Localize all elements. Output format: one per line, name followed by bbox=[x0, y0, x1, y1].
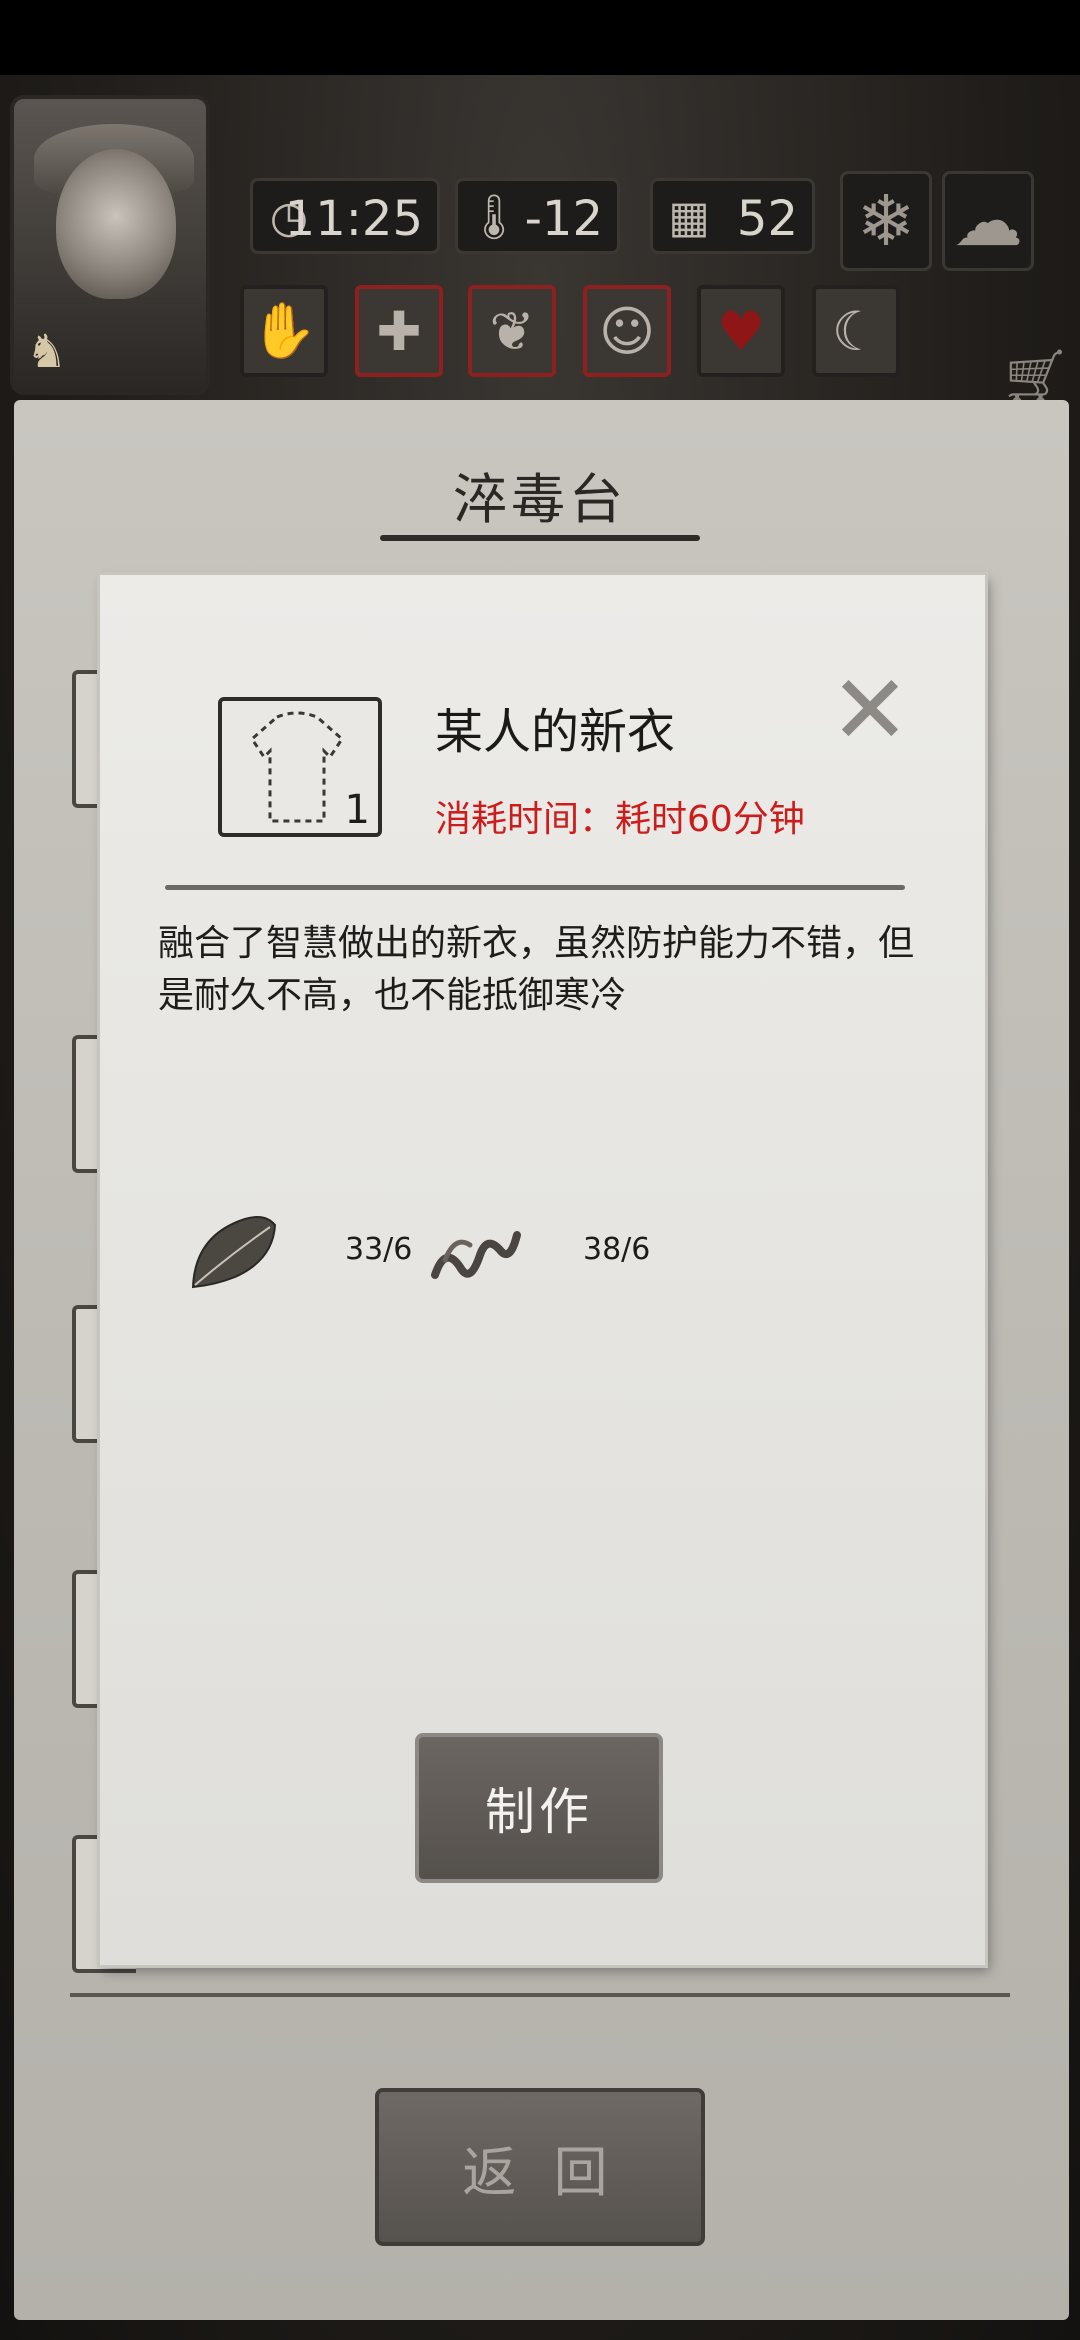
time-value: 11:25 bbox=[284, 191, 423, 247]
vine-icon bbox=[431, 1231, 521, 1279]
medical-cross-icon[interactable]: ✚ bbox=[355, 285, 443, 377]
back-button[interactable]: 返 回 bbox=[375, 2088, 705, 2246]
item-count: 1 bbox=[344, 787, 370, 833]
title-underline bbox=[380, 535, 700, 541]
temperature-value: -12 bbox=[524, 191, 603, 247]
calendar-icon: ▦ bbox=[668, 191, 710, 243]
hud-bar: ♞ ◷ 11:25 🌡︎ -12 ▦ 52 ❄ ☁ ✋ ✚ ❦ ☺ ♥ ☾ 🛒︎ bbox=[0, 75, 1080, 411]
item-description: 融合了智慧做出的新衣，虽然防护能力不错，但是耐久不高，也不能抵御寒冷 bbox=[158, 923, 915, 1016]
heart-status[interactable]: ♥ bbox=[697, 285, 785, 377]
workbench-title: 淬毒台 bbox=[453, 468, 627, 531]
snowflake-icon[interactable]: ❄ bbox=[840, 171, 932, 271]
hand-icon[interactable]: ✋ bbox=[240, 285, 328, 377]
shirt-outline-icon bbox=[250, 711, 344, 823]
camel-icon: ♞ bbox=[26, 324, 68, 378]
leaf-icon bbox=[191, 1216, 277, 1289]
temperature-display: 🌡︎ -12 bbox=[455, 178, 620, 254]
dialog-divider bbox=[165, 885, 905, 890]
day-counter: ▦ 52 bbox=[650, 178, 815, 254]
close-icon[interactable]: ✕ bbox=[830, 654, 910, 766]
head-icon[interactable]: ☺ bbox=[583, 285, 671, 377]
item-slot: 1 bbox=[218, 697, 382, 837]
panel-divider bbox=[70, 1993, 1010, 1997]
cloud-icon[interactable]: ☁ bbox=[942, 171, 1034, 271]
item-name: 某人的新衣 bbox=[435, 704, 676, 760]
thermometer-icon: 🌡︎ bbox=[466, 192, 522, 243]
moon-icon[interactable]: ☾ bbox=[812, 285, 900, 377]
character-portrait[interactable]: ♞ bbox=[10, 95, 210, 395]
character-face bbox=[56, 149, 176, 299]
material-count: 33/6 bbox=[345, 1232, 413, 1267]
clock-display: ◷ 11:25 bbox=[250, 178, 440, 254]
time-cost: 消耗时间：耗时60分钟 bbox=[435, 799, 805, 840]
material-count: 38/6 bbox=[583, 1232, 651, 1267]
stomach-icon[interactable]: ❦ bbox=[468, 285, 556, 377]
make-button[interactable]: 制作 bbox=[415, 1733, 663, 1883]
heart-icon: ♥ bbox=[716, 299, 766, 363]
day-value: 52 bbox=[736, 191, 798, 247]
